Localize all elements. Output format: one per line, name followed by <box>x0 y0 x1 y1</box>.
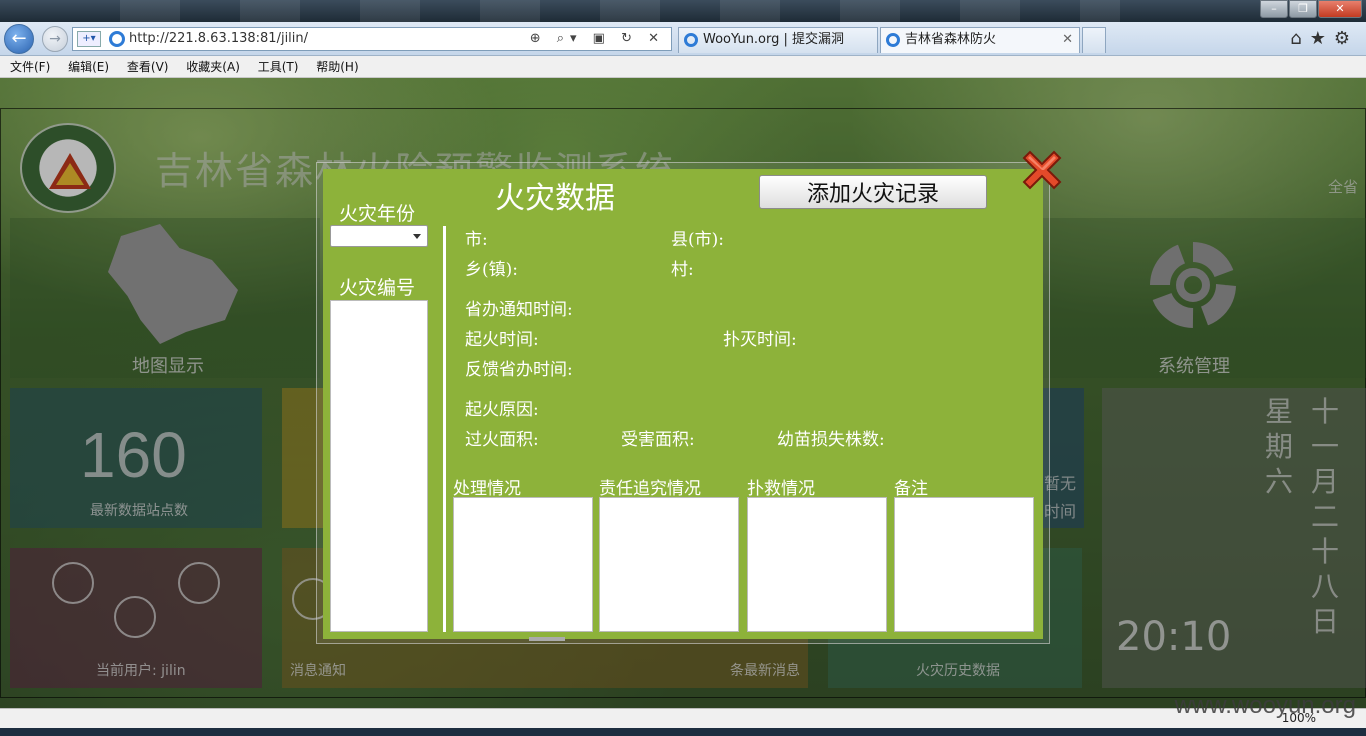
accountability-textarea[interactable] <box>599 497 739 632</box>
burned-area-label: 过火面积: <box>465 430 539 450</box>
city-label: 市: <box>465 230 488 250</box>
close-window-icon[interactable]: ✕ <box>1318 0 1362 18</box>
back-arrow-icon[interactable]: ← <box>4 24 34 54</box>
add-fire-record-button[interactable]: 添加火灾记录 <box>759 175 987 209</box>
tab-jilin-fire[interactable]: 吉林省森林防火 ✕ <box>880 27 1080 53</box>
close-tab-icon[interactable]: ✕ <box>1062 28 1073 52</box>
menu-edit[interactable]: 编辑(E) <box>68 60 109 74</box>
new-tab-button[interactable] <box>1082 27 1106 53</box>
ie-tab-icon <box>886 33 900 47</box>
menu-bar: 文件(F) 编辑(E) 查看(V) 收藏夹(A) 工具(T) 帮助(H) <box>0 56 1366 78</box>
address-bar[interactable]: +▾ http://221.8.63.138:81/jilin/ ⊕ ⌕▾ ▣ … <box>72 27 672 51</box>
forward-arrow-icon[interactable]: → <box>42 26 68 52</box>
vertical-divider <box>443 226 446 632</box>
address-url[interactable]: http://221.8.63.138:81/jilin/ <box>129 31 308 46</box>
fire-year-select[interactable] <box>330 225 428 247</box>
status-bar: 100% <box>0 708 1366 728</box>
village-label: 村: <box>671 260 694 280</box>
feedback-time-label: 反馈省办时间: <box>465 360 573 380</box>
window-controls: – ❐ ✕ <box>1259 0 1362 18</box>
town-label: 乡(镇): <box>465 260 518 280</box>
tab-wooyun[interactable]: WooYun.org | 提交漏洞 <box>678 27 878 53</box>
browser-navbar: ← → +▾ http://221.8.63.138:81/jilin/ ⊕ ⌕… <box>0 22 1366 56</box>
notify-time-label: 省办通知时间: <box>465 300 573 320</box>
tab-label: 吉林省森林防火 <box>905 32 997 47</box>
watermark: www.wooyun.org <box>1174 692 1356 719</box>
scroll-handle[interactable] <box>529 637 565 641</box>
fire-id-list[interactable] <box>330 300 428 632</box>
handling-textarea[interactable] <box>453 497 593 632</box>
ie-tab-icon <box>684 33 698 47</box>
extinguish-time-label: 扑灭时间: <box>723 330 797 350</box>
seedling-loss-label: 幼苗损失株数: <box>777 430 885 450</box>
favorites-star-icon[interactable]: ★ <box>1310 28 1334 49</box>
county-label: 县(市): <box>671 230 724 250</box>
menu-file[interactable]: 文件(F) <box>10 60 50 74</box>
home-icon[interactable]: ⌂ <box>1290 28 1309 49</box>
close-icon[interactable] <box>1018 146 1066 194</box>
taskbar-thumbnails <box>120 0 1120 22</box>
fire-year-label: 火灾年份 <box>339 203 416 225</box>
toolbar-right-icons: ⌂★⚙ <box>1290 28 1358 49</box>
handling-label: 处理情况 <box>453 479 521 499</box>
chevron-down-icon <box>413 234 421 239</box>
maximize-icon[interactable]: ❐ <box>1289 0 1317 18</box>
compat-shield-icon[interactable]: +▾ <box>77 31 101 47</box>
menu-tools[interactable]: 工具(T) <box>258 60 299 74</box>
fire-id-label: 火灾编号 <box>339 277 416 299</box>
rescue-textarea[interactable] <box>747 497 887 632</box>
start-time-label: 起火时间: <box>465 330 539 350</box>
menu-help[interactable]: 帮助(H) <box>316 60 358 74</box>
rescue-label: 扑救情况 <box>747 479 815 499</box>
cause-label: 起火原因: <box>465 400 539 420</box>
remarks-textarea[interactable] <box>894 497 1034 632</box>
remarks-label: 备注 <box>894 479 928 499</box>
tab-label: WooYun.org | 提交漏洞 <box>703 32 845 47</box>
accountability-label: 责任追究情况 <box>599 479 701 499</box>
menu-view[interactable]: 查看(V) <box>127 60 169 74</box>
menu-favorites[interactable]: 收藏夹(A) <box>186 60 240 74</box>
modal-title: 火灾数据 <box>495 181 615 216</box>
os-taskbar <box>0 728 1366 736</box>
damaged-area-label: 受害面积: <box>621 430 695 450</box>
minimize-icon[interactable]: – <box>1260 0 1288 18</box>
window-titlebar: – ❐ ✕ <box>0 0 1366 22</box>
ie-page-icon <box>109 31 125 47</box>
address-actions[interactable]: ⊕ ⌕▾ ▣ ↻ ✕ <box>530 28 665 50</box>
tools-gear-icon[interactable]: ⚙ <box>1334 28 1358 49</box>
fire-data-modal: 火灾数据 添加火灾记录 火灾年份 火灾编号 市: 县(市): 乡(镇): 村: … <box>323 169 1043 641</box>
